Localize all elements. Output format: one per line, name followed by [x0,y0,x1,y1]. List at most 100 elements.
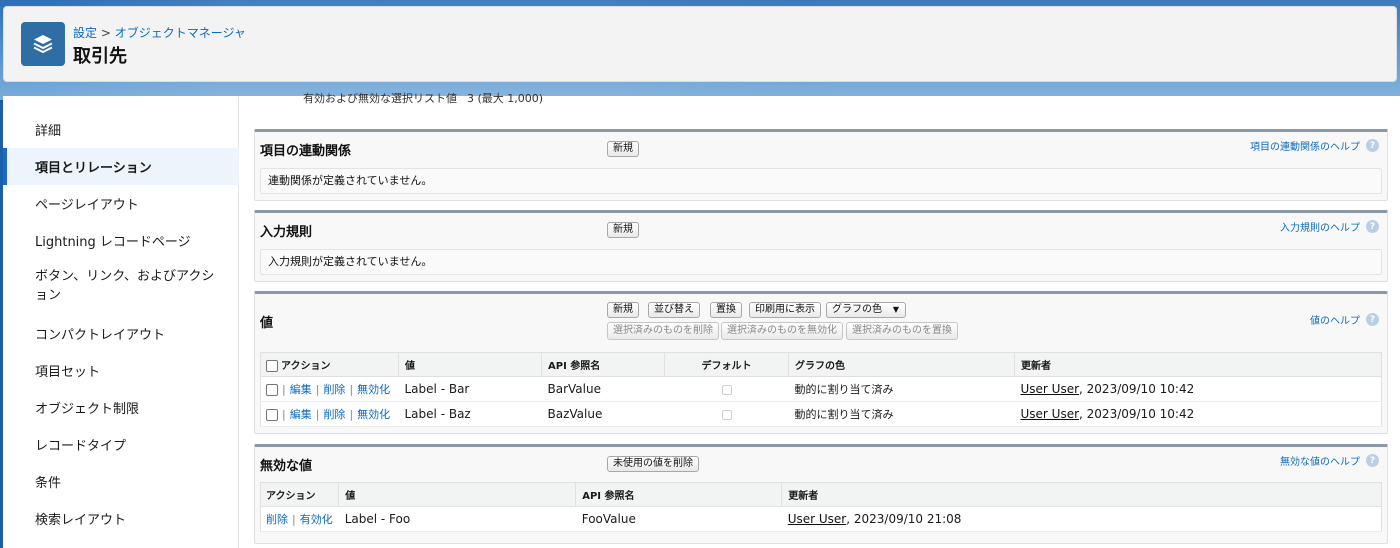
new-validation-rule-button[interactable]: 新規 [607,222,639,238]
sidebar-item-object-limits[interactable]: オブジェクト制限 [3,389,239,426]
sidebar-item-label: コンパクトレイアウト [35,328,166,343]
help-link-label: 無効な値のヘルプ [1280,457,1360,468]
help-link-validation[interactable]: 入力規則のヘルプ ? [1280,219,1379,234]
section-title: 値 [260,316,274,331]
breadcrumb-separator: > [97,26,115,40]
delete-link[interactable]: 削除 [323,408,345,421]
edit-link[interactable]: 編集 [290,383,312,396]
sidebar-item-details[interactable]: 詳細 [3,111,239,148]
value-cell: Label - Baz [398,401,542,427]
printable-view-button[interactable]: 印刷用に表示 [749,302,821,318]
modified-by-cell: User User, 2023/09/10 10:42 [1014,376,1382,402]
replace-button[interactable]: 置換 [710,302,742,318]
help-link-dependencies[interactable]: 項目の連動関係のヘルプ ? [1250,138,1379,153]
value-cell: Label - Bar [398,376,542,402]
section-validation-rules: 入力規則 新規 入力規則のヘルプ ? 入力規則が定義されていません。 [254,210,1388,282]
help-icon: ? [1366,454,1379,467]
section-title: 無効な値 [260,459,313,474]
table-header-row: アクション 値 API 参照名 デフォルト グラフの色 更新者 [260,352,1382,377]
column-header-value: 値 [398,352,542,377]
sidebar-item-field-sets[interactable]: 項目セット [3,352,239,389]
caret-down-icon: ▼ [892,305,899,314]
activate-link[interactable]: 有効化 [300,513,333,526]
row-actions: | 編集 | 削除 | 無効化 [260,401,399,427]
page-title: 取引先 [73,46,127,67]
sidebar-item-label: 項目セット [35,365,101,380]
picklist-count-row: 有効および無効な選択リスト値 3 (最大 1,000) [303,90,543,106]
section-inactive-values: 無効な値 未使用の値を削除 無効な値のヘルプ ? アクション 値 API 参照名… [254,444,1388,544]
deactivate-link[interactable]: 無効化 [357,408,390,421]
default-cell [664,376,789,402]
sidebar-item-label: オブジェクト制限 [35,402,140,417]
section-title: 項目の連動関係 [260,144,352,159]
user-link[interactable]: User User [788,512,847,526]
sidebar-item-buttons-links-actions[interactable]: ボタン、リンク、およびアクション [3,259,239,315]
column-header-default: デフォルト [664,352,789,377]
help-link-label: 入力規則のヘルプ [1280,223,1360,234]
sidebar-item-compact-layouts[interactable]: コンパクトレイアウト [3,315,239,352]
column-header-chart-color: グラフの色 [788,352,1015,377]
table-row: | 編集 | 削除 | 無効化 Label - Baz BazValue 動的に割り当て済… [260,401,1382,427]
delete-selected-button[interactable]: 選択済みのものを削除 [607,322,719,340]
user-link[interactable]: User User [1021,407,1080,421]
chart-color-cell: 動的に割り当て済み [788,376,1015,402]
picklist-count-value: 3 (最大 1,000) [467,92,544,105]
deactivate-selected-button[interactable]: 選択済みのものを無効化 [721,322,843,340]
sidebar-item-lightning-record-pages[interactable]: Lightning レコードページ [3,222,239,259]
row-checkbox[interactable] [266,384,278,396]
body-panel: 詳細 項目とリレーション ページレイアウト Lightning レコードページ … [3,92,1400,548]
breadcrumb-object-manager-link[interactable]: オブジェクトマネージャ [115,26,246,40]
reorder-button[interactable]: 並び替え [648,302,700,318]
modified-date: , 2023/09/10 10:42 [1079,382,1195,396]
default-checkbox [721,384,732,395]
modified-date: , 2023/09/10 10:42 [1079,407,1195,421]
table-header-row: アクション 値 API 参照名 更新者 [260,482,1382,507]
row-actions: 削除 | 有効化 [260,506,339,532]
default-checkbox [721,409,732,420]
sidebar-item-label: 詳細 [35,124,62,139]
section-title: 入力規則 [260,225,313,240]
chart-colors-dropdown[interactable]: グラフの色 ▼ [826,302,906,318]
delete-link[interactable]: 削除 [323,383,345,396]
help-icon: ? [1366,139,1379,152]
sidebar-item-label: ボタン、リンク、およびアクション [35,269,215,303]
sidebar-item-conditions[interactable]: 条件 [3,463,239,500]
column-header-modified-by: 更新者 [781,482,1382,507]
sidebar-item-search-layouts[interactable]: 検索レイアウト [3,500,239,537]
help-icon: ? [1366,220,1379,233]
delete-unused-values-button[interactable]: 未使用の値を削除 [607,456,699,472]
section-values: 値 新規 並び替え 置換 印刷用に表示 グラフの色 ▼ 選択済みのものを削除 選… [254,291,1388,434]
help-link-inactive-values[interactable]: 無効な値のヘルプ ? [1280,453,1379,468]
replace-selected-button[interactable]: 選択済みのものを置換 [846,322,958,340]
api-name-cell: FooValue [575,506,782,532]
column-header-api-name: API 参照名 [541,352,665,377]
section-field-dependencies: 項目の連動関係 新規 項目の連動関係のヘルプ ? 連動関係が定義されていません。 [254,129,1388,201]
picklist-count-label: 有効および無効な選択リスト値 [303,92,457,105]
default-cell [664,401,789,427]
layers-icon [21,22,65,66]
new-dependency-button[interactable]: 新規 [607,141,639,157]
new-value-button[interactable]: 新規 [607,302,639,318]
breadcrumb-setup-link[interactable]: 設定 [73,26,97,40]
sidebar-item-label: 検索レイアウト [35,513,127,528]
sidebar-item-fields-relationships[interactable]: 項目とリレーション [3,148,239,185]
edit-link[interactable]: 編集 [290,408,312,421]
delete-link[interactable]: 削除 [266,513,288,526]
column-header-label: アクション [281,361,331,372]
chart-color-cell: 動的に割り当て済み [788,401,1015,427]
sidebar-item-record-types[interactable]: レコードタイプ [3,426,239,463]
column-header-api-name: API 参照名 [575,482,783,507]
user-link[interactable]: User User [1021,382,1080,396]
sidebar-item-page-layouts[interactable]: ページレイアウト [3,185,239,222]
deactivate-link[interactable]: 無効化 [357,383,390,396]
select-all-checkbox[interactable] [266,360,278,372]
row-checkbox[interactable] [266,409,278,421]
help-link-values[interactable]: 値のヘルプ ? [1310,312,1379,327]
value-cell: Label - Foo [338,506,576,532]
api-name-cell: BarValue [541,376,665,402]
sidebar-item-label: Lightning レコードページ [35,235,191,250]
table-row: | 編集 | 削除 | 無効化 Label - Bar BarValue 動的に割り当て済… [260,376,1382,402]
chart-colors-label: グラフの色 [832,304,882,315]
help-link-label: 項目の連動関係のヘルプ [1250,142,1360,153]
sidebar: 詳細 項目とリレーション ページレイアウト Lightning レコードページ … [3,96,239,548]
